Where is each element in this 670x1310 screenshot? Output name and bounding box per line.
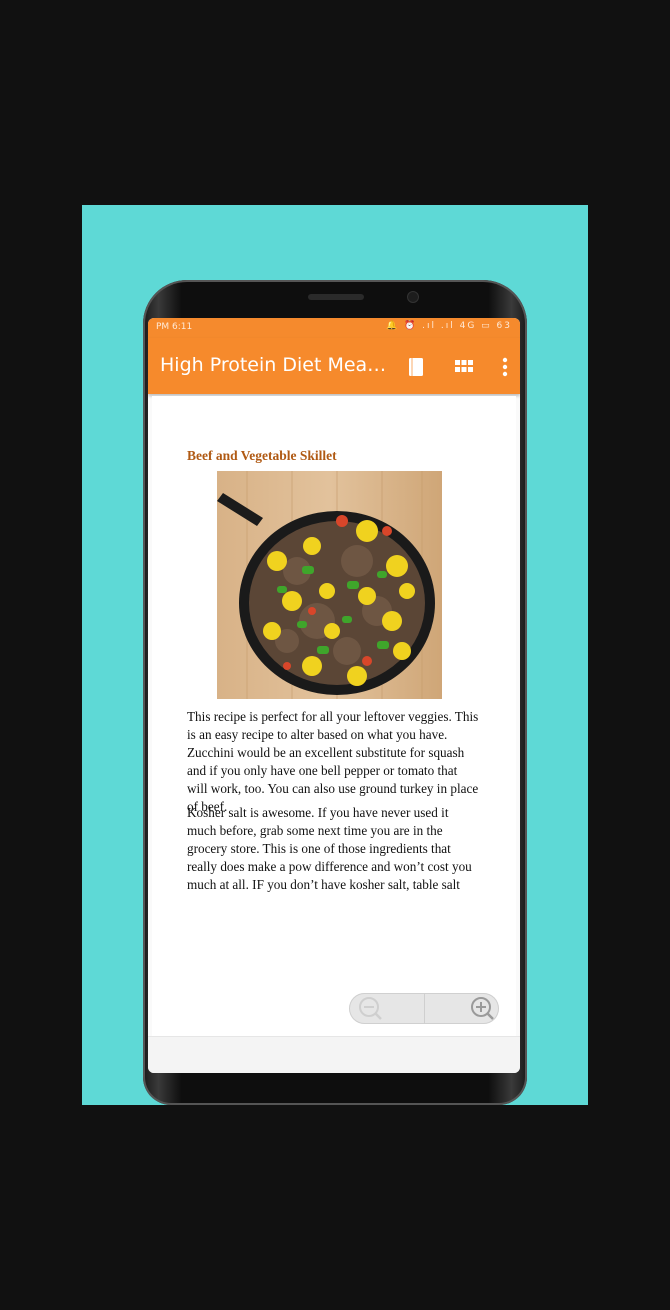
phone-screen: PM 6:11 🔔 ⏰ .ıl .ıl 4G ▭ 63 High Protein… bbox=[148, 318, 520, 1073]
phone-speaker bbox=[308, 294, 364, 300]
zoom-in-icon bbox=[471, 997, 494, 1020]
book-icon[interactable] bbox=[405, 356, 427, 378]
status-time: PM 6:11 bbox=[156, 322, 193, 332]
zoom-out-button[interactable] bbox=[349, 993, 425, 1024]
bottom-strip bbox=[148, 1036, 520, 1073]
document-page[interactable]: Beef and Vegetable Skillet This recipe i… bbox=[152, 396, 516, 1036]
paragraph: This recipe is perfect for all your left… bbox=[187, 709, 479, 814]
phone-frame: PM 6:11 🔔 ⏰ .ıl .ıl 4G ▭ 63 High Protein… bbox=[143, 280, 527, 1105]
zoom-control bbox=[349, 993, 499, 1024]
status-bar: PM 6:11 🔔 ⏰ .ıl .ıl 4G ▭ 63 bbox=[148, 318, 520, 338]
zoom-out-icon bbox=[359, 997, 382, 1020]
phone-camera bbox=[408, 292, 418, 302]
recipe-photo bbox=[217, 471, 442, 699]
more-vert-icon[interactable] bbox=[498, 356, 512, 378]
status-icons: 🔔 ⏰ .ıl .ıl 4G ▭ 63 bbox=[386, 321, 512, 331]
grid-view-icon[interactable] bbox=[453, 356, 475, 378]
app-bar: High Protein Diet Mea… bbox=[148, 338, 520, 394]
zoom-in-button[interactable] bbox=[425, 993, 499, 1024]
paragraph: Kosher salt is awesome. If you have neve… bbox=[187, 805, 472, 892]
recipe-title: Beef and Vegetable Skillet bbox=[187, 448, 337, 463]
app-title: High Protein Diet Mea… bbox=[160, 354, 387, 376]
